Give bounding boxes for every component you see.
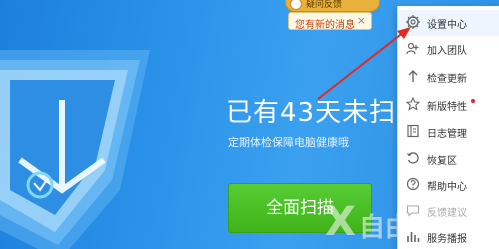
- menu-item-label: 设置中心: [427, 20, 467, 31]
- menu-item-log-management[interactable]: 日志管理: [398, 119, 499, 145]
- menu-item-label: 恢复区: [427, 156, 457, 167]
- menu-item-label: 反馈建议: [427, 208, 467, 219]
- menu-item-label: 加入团队: [427, 46, 467, 57]
- star-icon: [406, 97, 420, 111]
- new-badge-dot: [471, 99, 475, 103]
- gear-icon: [406, 15, 420, 29]
- upload-arrow-icon: [408, 70, 418, 82]
- menu-item-check-update[interactable]: 检查更新: [398, 64, 499, 90]
- menu-item-label: 新版特性: [427, 102, 467, 113]
- avatar-icon: [290, 0, 302, 10]
- menu-item-join-team[interactable]: 加入团队: [398, 36, 499, 62]
- feedback-icon: [406, 205, 420, 217]
- app-window: 疑问反馈 您有新的消息 × 已有43天未扫描 定期体检保障电脑健康哦 全面扫描 …: [0, 0, 499, 249]
- team-icon: [406, 42, 419, 55]
- menu-item-label: 帮助中心: [427, 182, 467, 193]
- menu-item-label: 服务播报: [427, 234, 467, 245]
- scan-status-headline: 已有43天未扫描: [226, 98, 424, 128]
- shield-graphic: [0, 50, 150, 249]
- restore-icon: [407, 152, 419, 164]
- chart-icon: [407, 232, 420, 242]
- scan-status-subtext: 定期体检保障电脑健康哦: [228, 136, 349, 149]
- menu-item-label: 日志管理: [427, 129, 467, 140]
- menu-item-feedback[interactable]: 反馈建议: [398, 198, 499, 224]
- watermark-x-icon: X: [325, 199, 356, 245]
- help-icon: [406, 177, 420, 191]
- message-text: 您有新的消息: [295, 20, 355, 31]
- notification-pill-text: 疑问反馈: [306, 0, 343, 10]
- menu-item-label: 检查更新: [427, 74, 467, 85]
- menu-item-settings[interactable]: 设置中心: [398, 10, 499, 36]
- menu-item-restore-zone[interactable]: 恢复区: [398, 146, 499, 172]
- settings-dropdown-menu: 设置中心 加入团队 检查更新 新版特性 日志管理 恢复区 帮助中心 反馈建议 服…: [397, 6, 499, 249]
- log-icon: [407, 124, 419, 138]
- menu-item-service-broadcast[interactable]: 服务播报: [398, 224, 499, 249]
- message-tooltip[interactable]: 您有新的消息 ×: [288, 12, 372, 31]
- notification-pill[interactable]: 疑问反馈: [285, 0, 380, 12]
- menu-item-help-center[interactable]: 帮助中心: [398, 172, 499, 198]
- close-icon[interactable]: ×: [357, 14, 366, 27]
- menu-item-new-features[interactable]: 新版特性: [398, 92, 499, 118]
